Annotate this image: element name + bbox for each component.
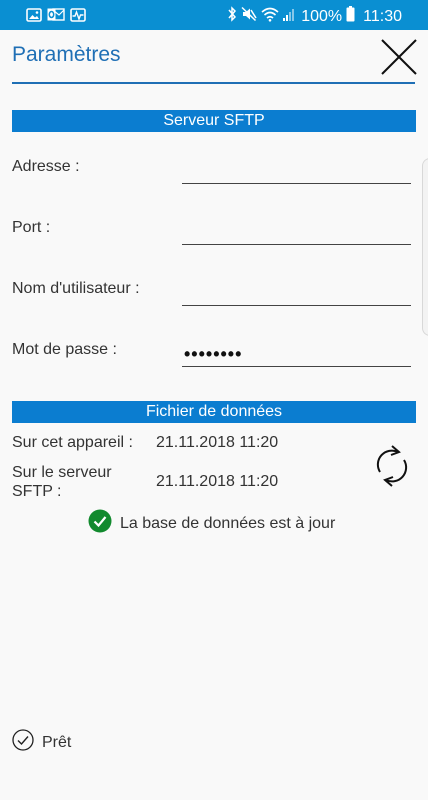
bluetooth-icon	[227, 6, 237, 27]
wifi-icon	[261, 7, 279, 27]
server-date-label-line1: Sur le serveur	[12, 464, 112, 481]
password-input[interactable]	[182, 343, 411, 367]
battery-icon	[346, 6, 355, 27]
status-bar-left	[26, 7, 86, 27]
status-bar: 100% 11:30	[0, 0, 428, 30]
sftp-section-header: Serveur SFTP	[12, 110, 416, 132]
footer-status: Prêt	[12, 729, 71, 756]
footer-status-text: Prêt	[42, 733, 72, 751]
check-circle-outline-icon	[12, 729, 34, 756]
device-date-value: 21.11.2018 11:20	[156, 434, 279, 451]
username-label: Nom d'utilisateur :	[12, 280, 140, 297]
address-input[interactable]	[182, 160, 411, 184]
page-title: Paramètres	[12, 43, 121, 66]
port-input[interactable]	[182, 221, 411, 245]
activity-icon	[70, 7, 86, 27]
device-date-label: Sur cet appareil :	[12, 434, 133, 451]
server-date-label: Sur le serveur SFTP :	[12, 463, 112, 501]
password-label: Mot de passe :	[12, 341, 117, 358]
outlook-icon	[47, 7, 65, 27]
server-date-label-line2: SFTP :	[12, 483, 62, 500]
close-button[interactable]	[376, 34, 422, 80]
data-file-section-header: Fichier de données	[12, 401, 416, 423]
sync-button[interactable]	[372, 442, 412, 490]
image-icon	[26, 7, 42, 27]
sync-icon[interactable]	[372, 442, 412, 490]
clock: 11:30	[363, 7, 402, 25]
mute-icon	[241, 6, 257, 27]
port-label: Port :	[12, 219, 51, 236]
address-label: Adresse :	[12, 158, 80, 175]
battery-percent: 100%	[301, 7, 343, 25]
username-input[interactable]	[182, 282, 411, 306]
header-divider	[12, 82, 415, 84]
server-date-value: 21.11.2018 11:20	[156, 473, 279, 490]
status-bar-right: 100% 11:30	[227, 6, 402, 27]
sync-status-text: La base de données est à jour	[120, 514, 336, 532]
check-circle-icon	[88, 509, 112, 538]
sync-status-message: La base de données est à jour	[88, 509, 335, 538]
scroll-handle[interactable]	[422, 158, 428, 336]
close-icon[interactable]	[376, 34, 422, 80]
signal-icon	[283, 7, 297, 27]
